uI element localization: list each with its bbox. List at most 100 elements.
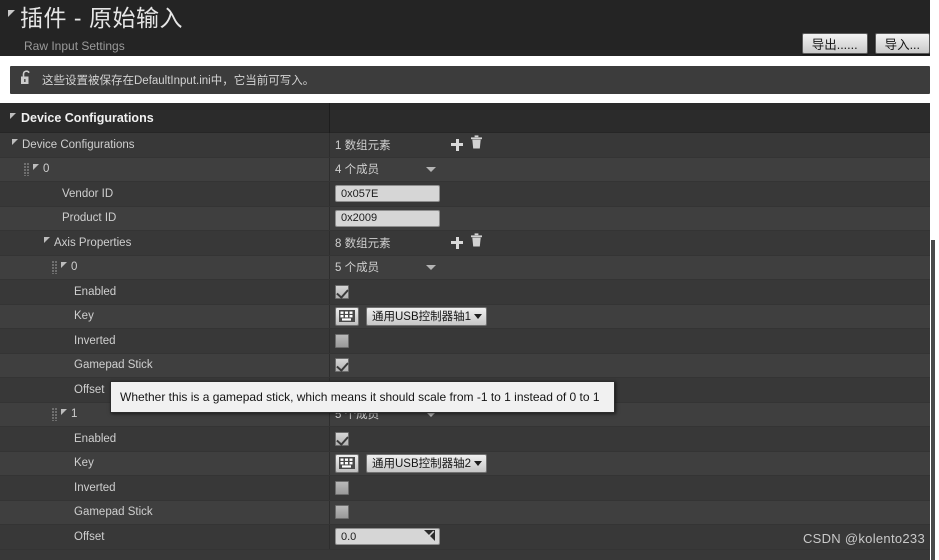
property-row[interactable]: Inverted <box>0 329 930 354</box>
chevron-down-icon[interactable] <box>474 313 483 319</box>
checkbox[interactable] <box>335 480 349 495</box>
property-row[interactable]: Key 通用USB控制器轴1 <box>0 304 930 329</box>
property-label: Enabled <box>74 432 117 445</box>
property-name-cell[interactable]: Key <box>0 304 330 328</box>
property-value-cell[interactable]: 4 个成员 <box>330 158 930 182</box>
property-value-cell[interactable] <box>330 501 930 525</box>
checkbox[interactable] <box>335 431 349 446</box>
property-name-cell[interactable]: Axis Properties <box>0 231 330 255</box>
drag-handle-icon[interactable] <box>52 407 57 421</box>
property-row[interactable]: Enabled <box>0 427 930 452</box>
header-button-group: 导出...... 导入... <box>801 33 930 54</box>
key-select[interactable]: 通用USB控制器轴2 <box>366 453 488 473</box>
property-label: Offset <box>74 383 105 396</box>
device-configurations-panel: Device Configurations Device Configurati… <box>0 103 930 560</box>
property-name-cell[interactable]: Vendor ID <box>0 182 330 206</box>
property-name-cell[interactable]: Enabled <box>0 427 330 451</box>
property-value-cell[interactable]: 1 数组元素 <box>330 133 930 157</box>
delete-all-button[interactable] <box>470 135 483 154</box>
key-picker-button[interactable] <box>335 453 359 473</box>
vertical-scrollbar[interactable] <box>931 240 935 560</box>
chevron-down-icon[interactable] <box>61 261 67 268</box>
property-value-cell[interactable]: 0x057E <box>330 182 930 206</box>
number-value: 0.0 <box>341 530 357 543</box>
property-name-cell[interactable]: 0 <box>0 255 330 279</box>
property-row[interactable]: 0 5 个成员 <box>0 255 930 280</box>
property-value-cell[interactable]: 0x2009 <box>330 207 930 231</box>
add-element-button[interactable] <box>451 236 463 249</box>
capture-edge-fill <box>930 0 939 240</box>
property-row[interactable]: 0 4 个成员 <box>0 157 930 182</box>
property-value-cell[interactable] <box>330 427 930 451</box>
section-header-row[interactable]: Device Configurations <box>0 103 930 133</box>
chevron-down-icon[interactable] <box>12 139 18 146</box>
number-input[interactable]: 0.0 <box>335 528 440 546</box>
section-header-name-cell[interactable]: Device Configurations <box>0 103 330 133</box>
property-value-cell[interactable]: 通用USB控制器轴2 <box>330 452 930 476</box>
export-button[interactable]: 导出...... <box>801 33 868 54</box>
chevron-down-icon[interactable] <box>10 112 16 119</box>
page-title-row[interactable]: 插件 - 原始输入 <box>8 4 183 32</box>
property-value-cell[interactable] <box>330 280 930 304</box>
drag-handle-icon[interactable] <box>24 162 29 176</box>
property-name-cell[interactable]: Product ID <box>0 206 330 230</box>
property-name-cell[interactable]: Enabled <box>0 280 330 304</box>
text-input[interactable]: 0x057E <box>335 185 440 203</box>
property-row[interactable]: Gamepad Stick <box>0 353 930 378</box>
property-value-cell[interactable]: 通用USB控制器轴1 <box>330 305 930 329</box>
chevron-down-icon[interactable] <box>61 408 67 415</box>
property-name-cell[interactable]: Gamepad Stick <box>0 353 330 377</box>
chevron-down-icon[interactable] <box>44 237 50 244</box>
property-row[interactable]: Axis Properties 8 数组元素 <box>0 231 930 256</box>
property-name-cell[interactable]: Gamepad Stick <box>0 500 330 524</box>
property-value-cell[interactable]: 5 个成员 <box>330 256 930 280</box>
page-title: 插件 - 原始输入 <box>20 5 183 31</box>
property-row[interactable]: Offset 0.0 <box>0 525 930 550</box>
import-button[interactable]: 导入... <box>874 33 930 54</box>
delete-all-button[interactable] <box>470 233 483 252</box>
property-value-cell[interactable]: 8 数组元素 <box>330 231 930 255</box>
keyboard-icon <box>339 310 355 323</box>
drag-handle-icon[interactable] <box>52 260 57 274</box>
property-label: 0 <box>43 163 50 176</box>
chevron-down-icon[interactable] <box>33 163 39 170</box>
property-label: Vendor ID <box>62 187 114 200</box>
text-input[interactable]: 0x2009 <box>335 209 440 227</box>
property-name-cell[interactable]: Key <box>0 451 330 475</box>
property-name-cell[interactable]: 0 <box>0 157 330 181</box>
raw-input-settings-window: 插件 - 原始输入 Raw Input Settings 导出...... 导入… <box>0 0 939 560</box>
chevron-down-icon[interactable] <box>426 264 436 270</box>
section-header-value-cell <box>330 103 930 133</box>
property-name-cell[interactable]: Offset <box>0 525 330 549</box>
checkbox[interactable] <box>335 284 349 299</box>
property-row[interactable]: Enabled <box>0 280 930 305</box>
chevron-down-icon[interactable] <box>8 9 15 17</box>
unlock-icon <box>20 70 33 90</box>
property-label: Product ID <box>62 212 117 225</box>
checkbox[interactable] <box>335 505 349 520</box>
chevron-down-icon[interactable] <box>474 460 483 466</box>
key-picker-button[interactable] <box>335 306 359 326</box>
property-row[interactable]: Vendor ID 0x057E <box>0 182 930 207</box>
property-value-cell[interactable] <box>330 476 930 500</box>
property-row[interactable]: Inverted <box>0 476 930 501</box>
key-select[interactable]: 通用USB控制器轴1 <box>366 306 488 326</box>
property-label: 0 <box>71 261 78 274</box>
checkbox[interactable] <box>335 333 349 348</box>
property-row[interactable]: Key 通用USB控制器轴2 <box>0 451 930 476</box>
property-row[interactable]: Product ID 0x2009 <box>0 206 930 231</box>
add-element-button[interactable] <box>451 138 463 151</box>
drag-value-icon[interactable] <box>424 529 435 544</box>
array-count-label: 1 数组元素 <box>335 139 391 152</box>
property-label: Gamepad Stick <box>74 506 153 519</box>
property-name-cell[interactable]: Inverted <box>0 329 330 353</box>
page-subtitle: Raw Input Settings <box>24 39 125 53</box>
property-row[interactable]: Device Configurations 1 数组元素 <box>0 133 930 158</box>
property-row[interactable]: Gamepad Stick <box>0 500 930 525</box>
property-name-cell[interactable]: Inverted <box>0 476 330 500</box>
chevron-down-icon[interactable] <box>426 166 436 172</box>
property-value-cell[interactable] <box>330 354 930 378</box>
property-name-cell[interactable]: Device Configurations <box>0 133 330 157</box>
property-value-cell[interactable] <box>330 329 930 353</box>
checkbox[interactable] <box>335 358 349 373</box>
